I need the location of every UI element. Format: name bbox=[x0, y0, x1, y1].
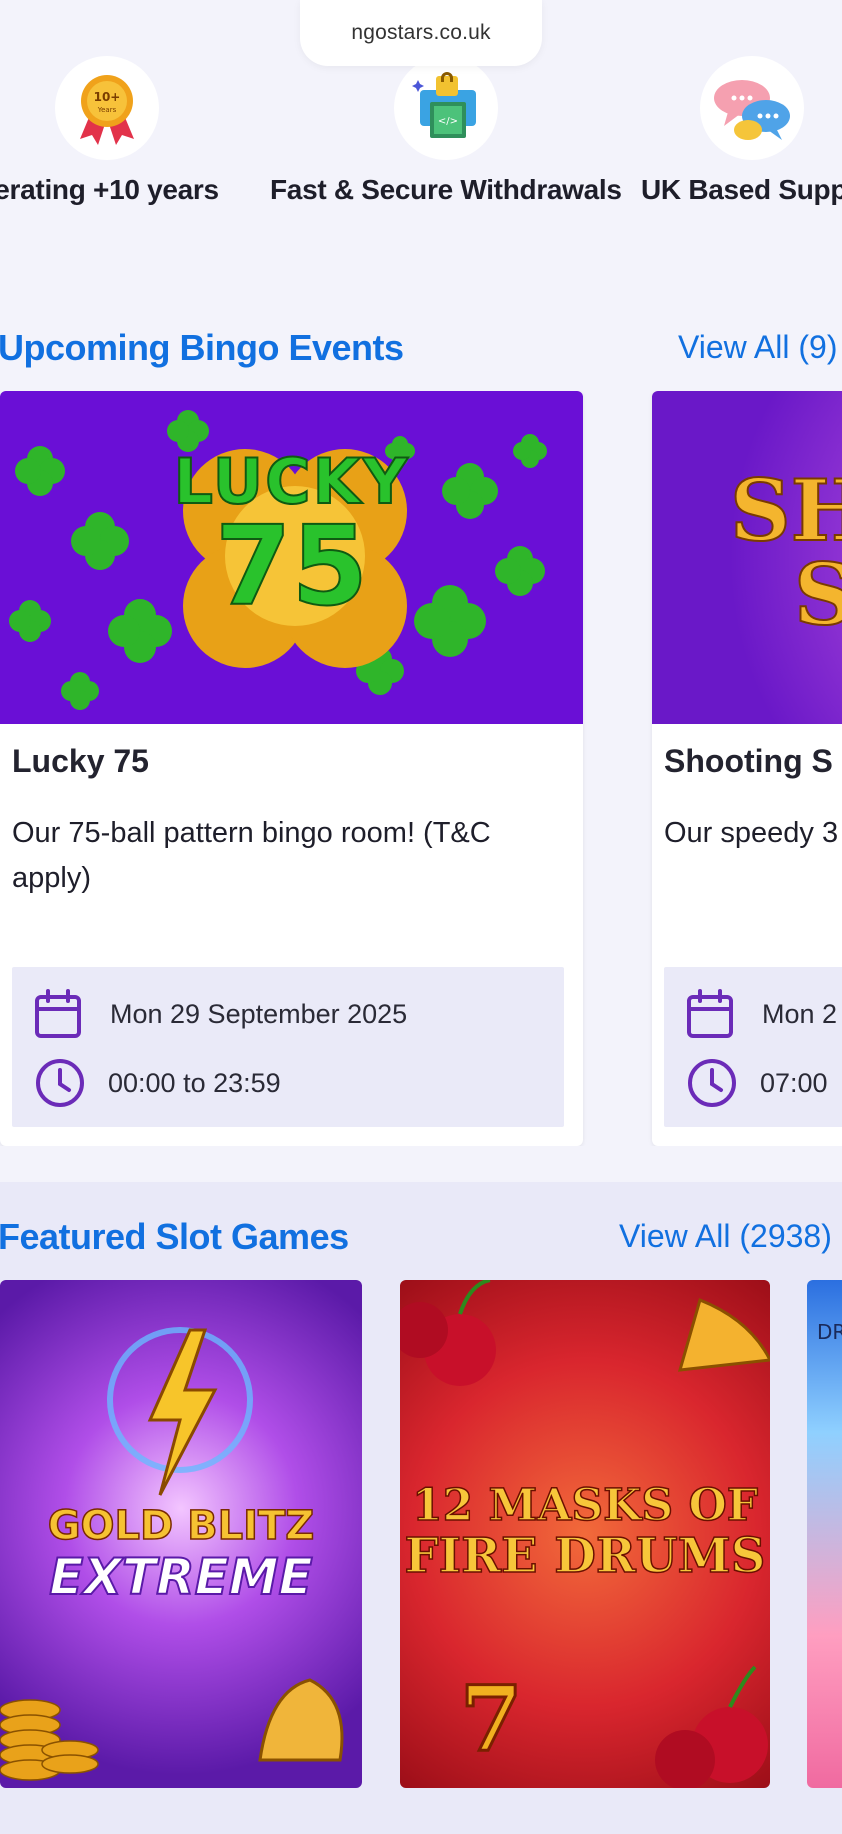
feature-operating-years: 10+ Years Operating +10 years bbox=[0, 56, 219, 206]
slot-game-title: GOLD BLITZ EXTREME bbox=[0, 1503, 362, 1606]
event-card[interactable]: SH S Shooting S Our speedy 3 apply) Mon … bbox=[652, 391, 842, 1146]
slot-title-line2: EXTREME bbox=[48, 1548, 313, 1606]
chat-bubbles-icon bbox=[700, 56, 804, 160]
event-banner-image: LUCKY 75 bbox=[0, 391, 583, 724]
event-banner-image: SH S bbox=[652, 391, 842, 724]
svg-text:</>: </> bbox=[438, 116, 458, 127]
slot-title-line1: GOLD BLITZ bbox=[47, 1503, 315, 1549]
feature-support: UK Based Support bbox=[641, 56, 842, 206]
event-name: Shooting S bbox=[664, 743, 833, 779]
secure-withdrawal-icon: </> bbox=[393, 56, 498, 160]
banner-text-75: 75 bbox=[214, 502, 369, 630]
event-time: 07:00 bbox=[760, 1067, 828, 1098]
slot-game-tile[interactable]: 7 12 MASKS OF FIRE DRUMS bbox=[400, 1280, 770, 1788]
slot-game-title: DR bbox=[817, 1320, 842, 1344]
events-view-all-link[interactable]: View All (9) bbox=[678, 329, 837, 366]
banner-text-line1: SH bbox=[729, 461, 842, 560]
slots-view-all-link[interactable]: View All (2938) bbox=[619, 1218, 832, 1255]
event-date-row: Mon 2 bbox=[686, 989, 837, 1039]
event-date: Mon 29 September 2025 bbox=[110, 998, 408, 1029]
slot-game-tile[interactable]: DR bbox=[807, 1280, 842, 1788]
event-date: Mon 2 bbox=[762, 998, 838, 1029]
slots-section-title: Featured Slot Games bbox=[0, 1216, 349, 1257]
event-time: 00:00 to 23:59 bbox=[108, 1067, 281, 1098]
url-bar[interactable]: ngostars.co.uk bbox=[300, 0, 542, 66]
event-time-row: 00:00 to 23:59 bbox=[34, 1057, 281, 1109]
event-schedule: Mon 2 07:00 bbox=[664, 967, 842, 1127]
event-description: Our speedy 3 apply) bbox=[664, 817, 842, 849]
event-schedule: Mon 29 September 2025 00:00 to 23:59 bbox=[12, 967, 564, 1127]
banner-text-line2: S bbox=[793, 545, 842, 644]
slot-game-tile[interactable]: GOLD BLITZ EXTREME bbox=[0, 1280, 362, 1788]
slot-title-line2: FIRE DRUMS bbox=[404, 1528, 766, 1584]
event-banner-title: LUCKY 75 bbox=[0, 450, 583, 630]
trust-features: 10+ Years Operating +10 years </> Fast &… bbox=[0, 56, 842, 206]
svg-text:10+: 10+ bbox=[94, 90, 121, 104]
calendar-icon bbox=[34, 989, 82, 1039]
feature-withdrawals: </> Fast & Secure Withdrawals bbox=[270, 56, 622, 206]
slot-game-title: 12 MASKS OF FIRE DRUMS bbox=[400, 1480, 770, 1584]
calendar-icon bbox=[686, 989, 734, 1039]
event-name: Lucky 75 bbox=[12, 743, 149, 779]
featured-slots-section: Featured Slot Games View All (2938) GOLD… bbox=[0, 1182, 842, 1834]
slot-title-line1: 12 MASKS OF bbox=[411, 1480, 759, 1531]
svg-text:Years: Years bbox=[97, 106, 117, 114]
event-time-row: 07:00 bbox=[686, 1057, 828, 1109]
event-card[interactable]: LUCKY 75 Lucky 75 Our 75-ball pattern bi… bbox=[0, 391, 583, 1146]
events-section-title: Upcoming Bingo Events bbox=[0, 327, 404, 368]
clock-icon bbox=[686, 1057, 738, 1109]
clock-icon bbox=[34, 1057, 86, 1109]
event-description: Our 75-ball pattern bingo room! (T&C app… bbox=[12, 817, 491, 894]
feature-label: UK Based Support bbox=[641, 174, 842, 205]
feature-label: Operating +10 years bbox=[0, 174, 219, 205]
feature-label: Fast & Secure Withdrawals bbox=[270, 174, 622, 205]
url-text: ngostars.co.uk bbox=[351, 21, 491, 44]
events-carousel[interactable]: LUCKY 75 Lucky 75 Our 75-ball pattern bi… bbox=[0, 391, 842, 1146]
ten-years-badge-icon: 10+ Years bbox=[55, 56, 160, 160]
event-date-row: Mon 29 September 2025 bbox=[34, 989, 407, 1039]
event-banner-title: SH S bbox=[729, 461, 842, 644]
svg-text:7: 7 bbox=[460, 1666, 523, 1772]
